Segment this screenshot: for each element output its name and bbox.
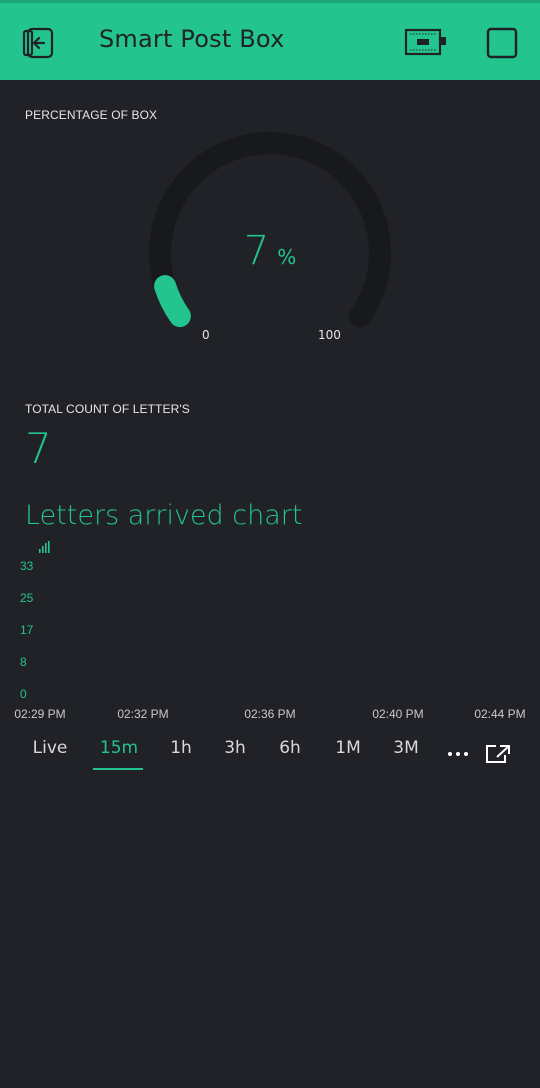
y-tick-label: 17 (20, 623, 34, 637)
x-tick-label: 02:44 PM (474, 707, 525, 721)
tab-6h[interactable]: 6h (275, 738, 305, 758)
y-tick-label: 25 (20, 591, 34, 605)
chart-legend-icon (39, 541, 50, 553)
letters-chart: 33 25 17 8 0 02:29 PM 02:32 PM 02:36 PM 02:40 P… (14, 541, 526, 721)
x-tick-label: 02:32 PM (117, 707, 168, 721)
tab-live[interactable]: Live (30, 738, 70, 758)
expand-icon[interactable] (484, 743, 512, 765)
tab-1m[interactable]: 1M (332, 738, 364, 758)
x-tick-label: 02:36 PM (244, 707, 295, 721)
x-tick-label: 02:29 PM (14, 707, 65, 721)
page-title: Smart Post Box (99, 25, 285, 53)
tab-1h[interactable]: 1h (166, 738, 196, 758)
more-icon[interactable] (446, 746, 470, 760)
tab-3h[interactable]: 3h (220, 738, 250, 758)
square-icon[interactable] (486, 27, 518, 59)
gauge-number: 7 (243, 228, 270, 274)
gauge-fill (154, 275, 191, 328)
counter-value: 7 (25, 424, 52, 473)
device-icon[interactable] (404, 27, 448, 57)
gauge-max: 100 (318, 328, 341, 342)
x-tick-label: 02:40 PM (372, 707, 423, 721)
gauge-unit: % (277, 245, 297, 269)
y-tick-label: 8 (20, 655, 27, 669)
active-tab-underline (93, 768, 143, 770)
gauge-min: 0 (202, 328, 210, 342)
back-icon[interactable] (20, 25, 56, 61)
chart-title: Letters arrived chart (25, 500, 303, 531)
tab-3m[interactable]: 3M (390, 738, 422, 758)
gauge-value: 7% (200, 228, 340, 274)
y-tick-label: 0 (20, 687, 27, 701)
app-header: Smart Post Box (0, 3, 540, 80)
counter-label: TOTAL COUNT OF LETTER'S (25, 402, 190, 416)
y-tick-label: 33 (20, 559, 34, 573)
tab-15m[interactable]: 15m (98, 738, 140, 758)
